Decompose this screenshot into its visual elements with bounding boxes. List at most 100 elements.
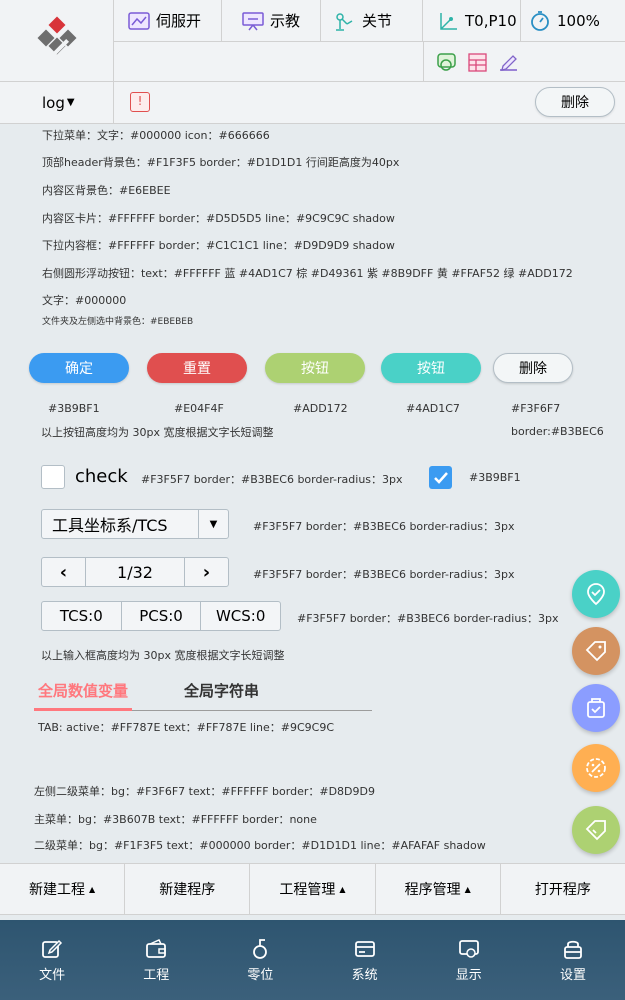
teach-label: 示教: [270, 12, 301, 30]
note-input-size: 以上输入框高度均为 30px 宽度根据文字长短调整: [41, 649, 285, 662]
note-card: 内容区卡片：#FFFFFF border：#D5D5D5 line：#9C9C9…: [42, 212, 395, 225]
menu-label: 工程: [143, 967, 170, 983]
tab-bar: 全局数值变量 全局字符串: [33, 675, 372, 711]
menu-label: 显示: [455, 967, 482, 983]
menu-settings[interactable]: 设置: [521, 920, 625, 1000]
checkbox-unchecked[interactable]: [41, 465, 65, 489]
teach-mode[interactable]: 示教: [222, 0, 321, 41]
caret-up-icon: ▲: [339, 884, 346, 894]
color-code-gray: #F3F6F7: [511, 402, 561, 415]
note-pager: #F3F5F7 border：#B3BEC6 border-radius：3px: [253, 568, 515, 581]
color-code-red: #E04F4F: [174, 402, 224, 415]
menu-zero[interactable]: 零位: [208, 920, 312, 1000]
note-main-menu: 主菜单：bg：#3B607B text：#FFFFFF border：none: [34, 813, 317, 826]
servo-toggle[interactable]: 伺服开: [114, 0, 222, 41]
zero-icon: [253, 938, 268, 959]
teal-button[interactable]: 按钮: [381, 353, 481, 383]
note-dropdown-box: 下拉内容框：#FFFFFF border：#C1C1C1 line：#D9D9D…: [42, 239, 395, 252]
select-value: 工具坐标系/TCS: [52, 516, 168, 535]
card-icon: [354, 940, 375, 957]
submenu-project-manage[interactable]: 工程管理 ▲: [250, 864, 376, 914]
joint-label: 关节: [362, 12, 393, 30]
tag-icon: [585, 641, 606, 662]
color-code-teal: #4AD1C7: [406, 402, 460, 415]
caret-up-icon: ▲: [464, 884, 471, 894]
edit-icon: [42, 939, 63, 958]
menu-system[interactable]: 系统: [313, 920, 417, 1000]
app-logo: [0, 0, 114, 82]
logo-icon: [37, 16, 76, 63]
menu-label: 系统: [351, 967, 378, 983]
layout-icon[interactable]: [467, 52, 488, 73]
page-indicator: 1/32: [85, 558, 185, 586]
menu-project[interactable]: 工程: [104, 920, 208, 1000]
log-row: log ▼ ! 删除: [0, 82, 625, 124]
note-secondary-menu: 二级菜单：bg：#F1F3F5 text：#000000 border：#D1D…: [34, 839, 486, 852]
fab-location-button[interactable]: [572, 570, 620, 618]
note-button-border: border:#B3BEC6: [511, 425, 604, 438]
pencil-icon[interactable]: [498, 52, 519, 73]
delete-log-button[interactable]: 删除: [535, 87, 615, 117]
coord-system-select[interactable]: 工具坐标系/TCS ▼: [41, 509, 229, 539]
color-code-blue: #3B9BF1: [48, 402, 100, 415]
note-button-size: 以上按钮高度均为 30px 宽度根据文字长短调整: [41, 426, 274, 439]
main-menu: 文件 工程 零位 系统 显示 设置: [0, 920, 625, 1000]
submenu-new-program[interactable]: 新建程序: [125, 864, 251, 914]
green-button[interactable]: 按钮: [265, 353, 365, 383]
stopwatch-icon: [531, 10, 549, 31]
submenu-label: 打开程序: [534, 882, 591, 898]
tab-global-numeric[interactable]: 全局数值变量: [33, 680, 133, 711]
reset-button[interactable]: 重置: [147, 353, 247, 383]
pager: ‹ 1/32 ›: [41, 557, 229, 587]
servo-label: 伺服开: [156, 12, 202, 30]
teach-icon: [242, 11, 264, 30]
display-icon: [458, 939, 479, 958]
submenu-new-project[interactable]: 新建工程 ▲: [0, 864, 126, 914]
fab-settings-button[interactable]: [572, 744, 620, 792]
delete-button[interactable]: 删除: [493, 353, 573, 383]
log-dropdown[interactable]: log ▼: [0, 82, 114, 123]
fab-box-button[interactable]: [572, 684, 620, 732]
fab-tag-button[interactable]: [572, 627, 620, 675]
confirm-button[interactable]: 确定: [29, 353, 129, 383]
note-header: 顶部header背景色：#F1F3F5 border：#D1D1D1 行间距高度…: [42, 156, 400, 169]
secondary-menu: 新建工程 ▲ 新建程序 工程管理 ▲ 程序管理 ▲ 打开程序: [0, 863, 625, 915]
coord-axis-icon: [440, 12, 457, 30]
submenu-label: 工程管理: [279, 882, 336, 898]
wallet-icon: [146, 938, 167, 958]
box-check-icon: [587, 698, 605, 718]
pcs-field[interactable]: PCS:0: [122, 602, 202, 630]
tool-coord[interactable]: T0,P10: [423, 0, 521, 41]
wcs-field[interactable]: WCS:0: [201, 602, 280, 630]
note-folder: 文件夹及左侧选中背景色：#EBEBEB: [42, 317, 194, 327]
menu-file[interactable]: 文件: [0, 920, 104, 1000]
fab-tag-green-button[interactable]: [572, 806, 620, 854]
toolbar-row: [114, 42, 625, 82]
checkbox-checked[interactable]: [429, 466, 452, 489]
note-dropdown: 下拉菜单：文字：#000000 icon：#666666: [42, 129, 270, 142]
tab-global-string[interactable]: 全局字符串: [184, 680, 259, 701]
note-checked-color: #3B9BF1: [469, 471, 521, 484]
joint-mode[interactable]: 关节: [321, 0, 423, 41]
menu-label: 文件: [39, 967, 66, 983]
screen-icon[interactable]: [436, 52, 457, 73]
note-checkbox: #F3F5F7 border：#B3BEC6 border-radius：3px: [141, 473, 403, 486]
lock-icon: [564, 940, 582, 959]
note-coords: #F3F5F7 border：#B3BEC6 border-radius：3px: [297, 612, 559, 625]
menu-display[interactable]: 显示: [417, 920, 521, 1000]
tcs-field[interactable]: TCS:0: [42, 602, 122, 630]
toolbar-divider: [423, 42, 424, 82]
chevron-left-icon[interactable]: ‹: [42, 558, 85, 586]
submenu-program-manage[interactable]: 程序管理 ▲: [376, 864, 501, 914]
alarm-icon[interactable]: !: [130, 92, 150, 112]
note-select: #F3F5F7 border：#B3BEC6 border-radius：3px: [253, 520, 515, 533]
tool-label: T0,P10: [465, 11, 517, 30]
caret-up-icon: ▲: [89, 884, 96, 894]
note-tab: TAB: active：#FF787E text：#FF787E line：#9…: [38, 721, 335, 734]
speed-ratio[interactable]: 100%: [521, 0, 625, 41]
top-header: 伺服开 示教 关节 T0,P10 100% log ▼ ! 删除: [0, 0, 625, 124]
badge-percent-icon: [586, 758, 606, 778]
menu-label: 设置: [559, 967, 586, 983]
submenu-open-program[interactable]: 打开程序: [501, 864, 625, 914]
chevron-right-icon[interactable]: ›: [185, 558, 228, 586]
